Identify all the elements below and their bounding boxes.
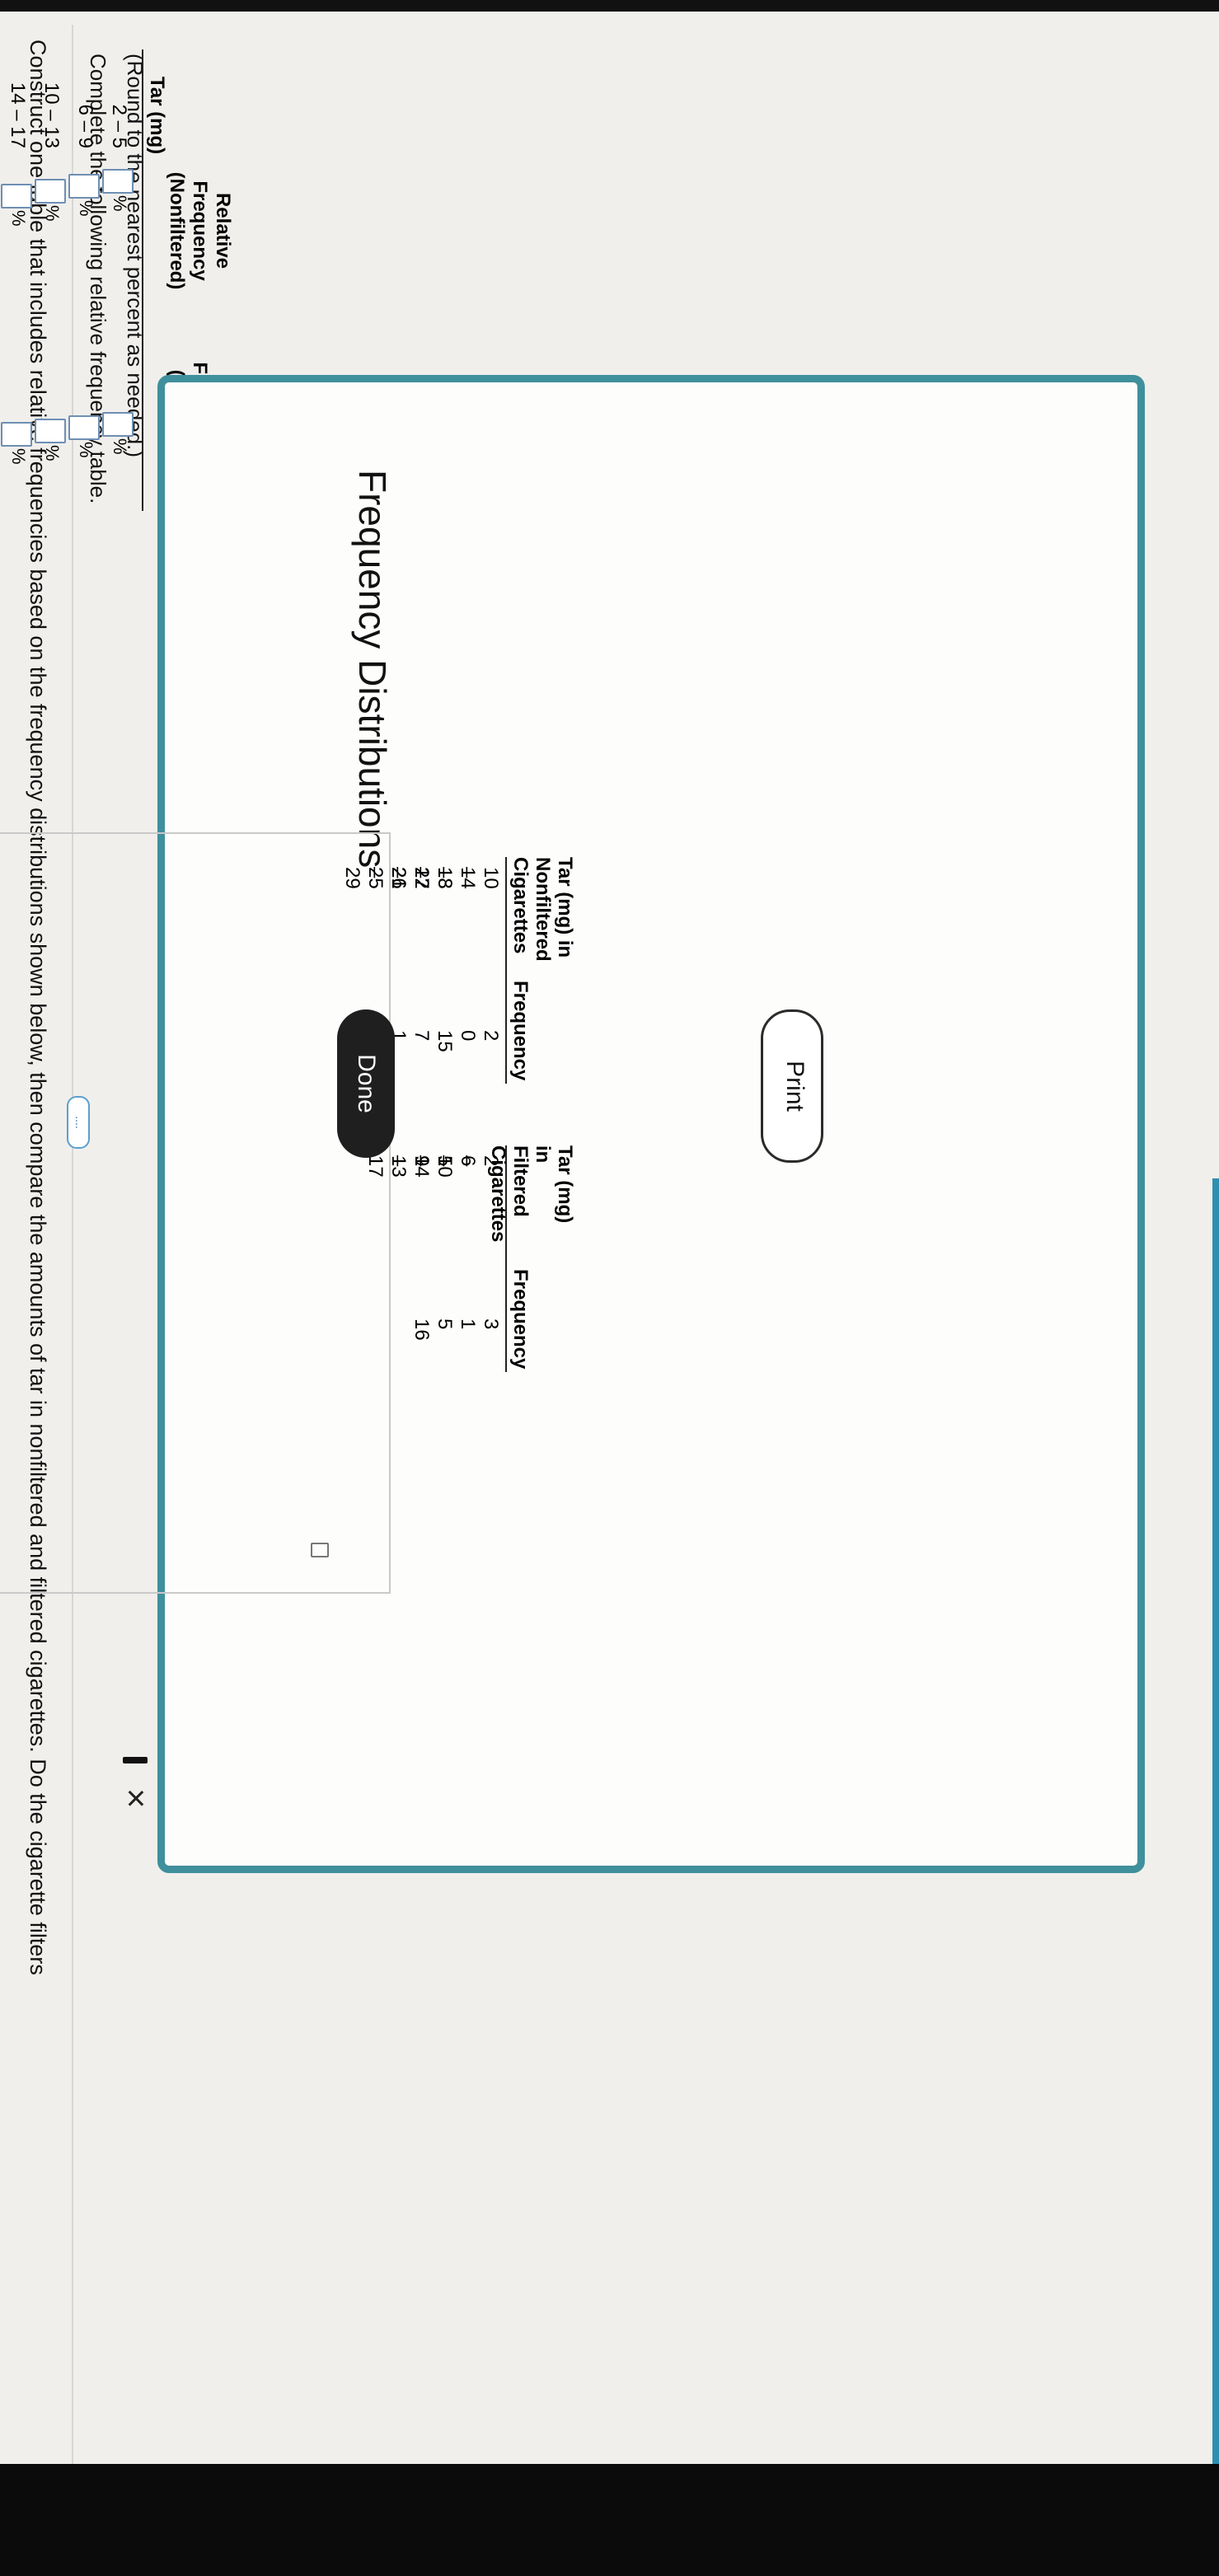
nonfiltered-percent-input[interactable] [102, 169, 134, 194]
nonfiltered-percent-input[interactable] [1, 184, 32, 208]
distribution-frequency: 1 [457, 1318, 479, 1330]
tar-class-label: 2 – 5 [108, 104, 130, 148]
percent-sign: % [42, 205, 63, 222]
distribution-class: 26 – 29 [341, 867, 410, 889]
minimize-icon[interactable] [123, 1757, 148, 1763]
percent-sign: % [42, 445, 63, 461]
header-line: Nonfiltered [532, 857, 554, 962]
nonfiltered-percent-input[interactable] [68, 174, 100, 199]
table-row: 2 – 5%% [102, 49, 135, 544]
header-line: Tar (mg) in [532, 1145, 576, 1224]
distribution-class-header: Tar (mg) in Nonfiltered Cigarettes [509, 857, 576, 962]
filtered-percent-input[interactable] [1, 422, 32, 447]
percent-sign: % [8, 210, 29, 227]
header-tar-mg: Tar (mg) [146, 76, 168, 155]
header-line: Cigarettes [509, 857, 532, 954]
frequency-header: Frequency [509, 1269, 532, 1370]
distribution-frequency: 15 [434, 1030, 456, 1052]
header-line: Relative [212, 192, 234, 269]
table-row: 10 – 13%% [35, 49, 68, 544]
percent-sign: % [8, 448, 29, 465]
percent-sign: % [76, 200, 96, 217]
distribution-frequency: 16 [410, 1318, 433, 1341]
header-relative-frequency-nonfiltered: Relative Frequency (Nonfiltered) [165, 128, 234, 334]
screen-bezel [0, 2464, 1219, 2576]
header-line: (Nonfiltered) [166, 171, 188, 290]
close-icon[interactable]: × [116, 1788, 156, 1809]
header-line: Frequency [189, 180, 211, 281]
distribution-frequency: 7 [410, 1030, 433, 1042]
tar-class-label: 14 – 17 [7, 82, 29, 148]
header-line: Tar (mg) in [554, 857, 576, 958]
print-button[interactable]: Print [761, 1009, 823, 1163]
percent-sign: % [76, 442, 96, 458]
distribution-frequency: 3 [480, 1318, 502, 1330]
header-line: Filtered [509, 1145, 532, 1217]
table-row: 14 – 17%% [1, 49, 34, 544]
distribution-class: 14 – 17 [364, 1155, 433, 1178]
page-scene: Construct one table that includes relati… [0, 0, 1219, 2576]
dialog-title: Frequency Distributions [351, 470, 394, 869]
tar-class-label: 10 – 13 [40, 82, 63, 148]
done-button[interactable]: Done [337, 1009, 395, 1158]
tar-class-label: 6 – 9 [74, 104, 96, 148]
distribution-frequency: 2 [480, 1030, 502, 1042]
distribution-frequency: 0 [457, 1030, 479, 1042]
percent-sign: % [110, 438, 130, 455]
window-edge-strip [1212, 1178, 1219, 2497]
data-table-box [0, 832, 391, 1594]
frequency-header: Frequency [509, 981, 532, 1081]
percent-sign: % [110, 195, 130, 212]
distribution-frequency: 5 [434, 1318, 456, 1330]
table-row: 6 – 9%% [68, 49, 101, 544]
header-rule [505, 1145, 507, 1372]
filtered-percent-input[interactable] [102, 412, 134, 437]
header-rule [505, 857, 507, 1084]
header-rule [142, 49, 143, 511]
screen-bezel [0, 0, 1219, 12]
filtered-percent-input[interactable] [35, 419, 66, 443]
nonfiltered-percent-input[interactable] [35, 179, 66, 204]
filtered-percent-input[interactable] [68, 415, 100, 440]
